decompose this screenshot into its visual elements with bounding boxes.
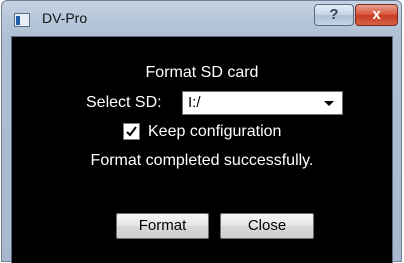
- close-button[interactable]: Close: [220, 213, 314, 239]
- title-bar[interactable]: DV-Pro ? x: [2, 1, 401, 36]
- close-window-button[interactable]: x: [355, 4, 398, 26]
- keep-configuration-label[interactable]: Keep configuration: [148, 123, 281, 141]
- keep-configuration-checkbox[interactable]: [123, 123, 140, 140]
- sd-select[interactable]: I:/: [182, 91, 343, 115]
- dialog-heading: Format SD card: [145, 64, 259, 81]
- dialog-content: Format SD card Select SD: I:/ Keep confi…: [11, 36, 393, 263]
- checkmark-icon: [126, 126, 137, 137]
- chevron-down-icon: [324, 101, 334, 106]
- help-button[interactable]: ?: [314, 4, 354, 26]
- app-icon: [14, 13, 30, 27]
- status-message: Format completed successfully.: [90, 152, 314, 169]
- format-button[interactable]: Format: [116, 213, 209, 239]
- window-title: DV-Pro: [42, 10, 88, 26]
- select-sd-label: Select SD:: [86, 94, 162, 111]
- dialog-window: DV-Pro ? x Format SD card Select SD: I:/…: [1, 0, 402, 263]
- sd-select-value: I:/: [188, 94, 201, 111]
